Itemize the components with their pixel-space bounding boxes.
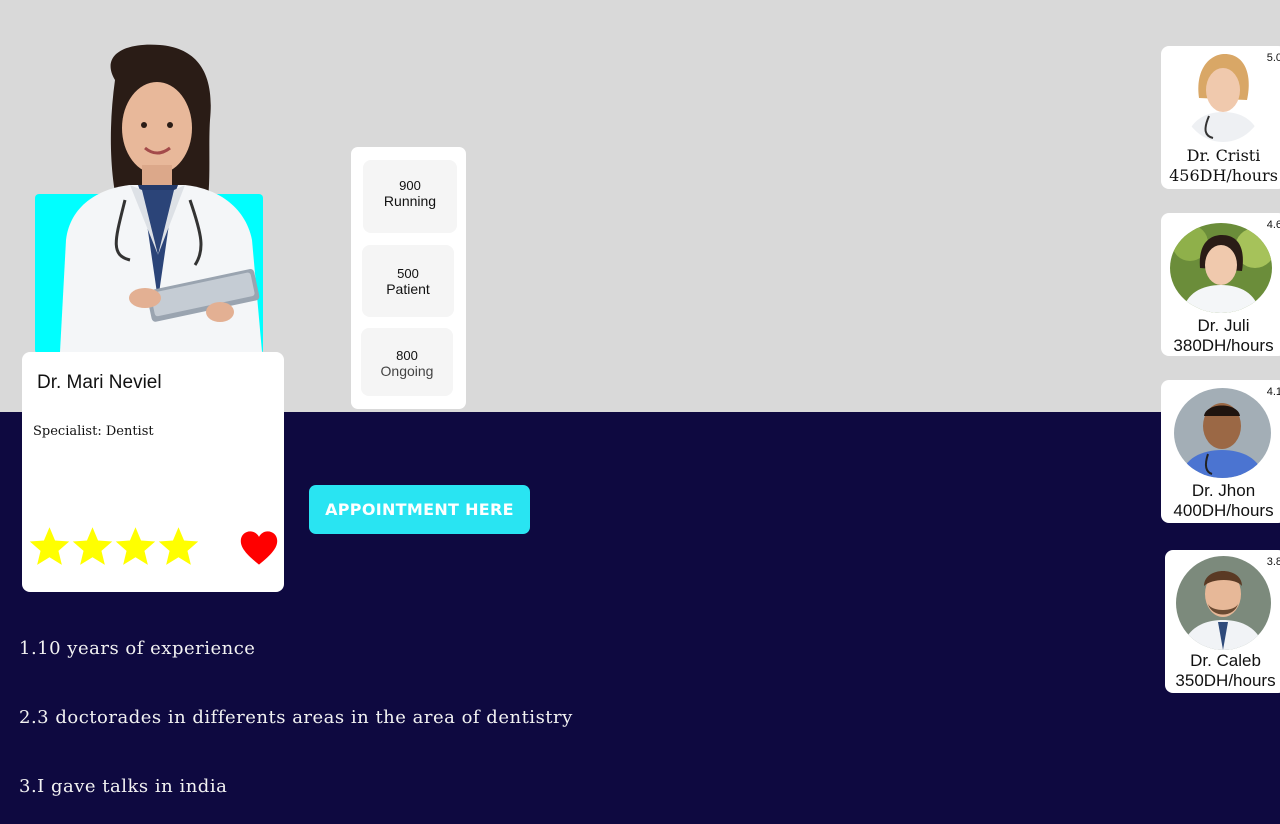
heart-icon[interactable] <box>240 530 278 566</box>
doctor-card-caleb[interactable]: 3.8 Dr. Caleb 350DH/hours <box>1165 550 1280 693</box>
star-icon <box>158 527 199 565</box>
rating-stars <box>28 524 200 568</box>
stat-label: Ongoing <box>380 363 434 379</box>
stat-value: 900 <box>399 178 421 193</box>
experience-item: 3.I gave talks in india <box>19 776 228 797</box>
stat-value: 800 <box>396 348 418 363</box>
appointment-button[interactable]: APPOINTMENT HERE <box>309 485 530 534</box>
stat-ongoing: 800 Ongoing <box>361 328 453 396</box>
doctor-card-cristi[interactable]: 5.0 Dr. Cristi 456DH/hours <box>1161 46 1280 189</box>
star-icon <box>72 527 113 565</box>
doctor-profile-card: Dr. Mari Neviel Specialist: Dentist <box>22 352 284 592</box>
doctor-avatar <box>1174 388 1271 478</box>
star-icon <box>29 527 70 565</box>
doctor-name: Dr. Jhon <box>1191 481 1256 500</box>
doctor-hourly-rate: 456DH/hours <box>1169 166 1278 185</box>
doctor-name: Dr. Cristi <box>1186 146 1261 165</box>
stat-label: Patient <box>386 281 430 297</box>
stat-running: 900 Running <box>363 160 457 233</box>
doctor-name: Dr. Juli <box>1197 316 1250 335</box>
doctor-rating: 4.6 <box>1266 219 1280 231</box>
stat-value: 500 <box>397 266 419 281</box>
doctor-name: Dr. Mari Neviel <box>37 372 162 393</box>
stat-label: Running <box>383 193 437 209</box>
doctor-avatar <box>1181 50 1265 142</box>
doctor-rating: 4.1 <box>1266 386 1280 398</box>
doctor-hourly-rate: 350DH/hours <box>1175 671 1276 690</box>
doctor-hourly-rate: 400DH/hours <box>1173 501 1274 520</box>
doctor-specialty: Specialist: Dentist <box>33 424 154 439</box>
doctor-avatar <box>1176 556 1271 650</box>
stats-panel: 900 Running 500 Patient 800 Ongoing <box>351 147 466 409</box>
star-icon <box>115 527 156 565</box>
doctor-rating: 5.0 <box>1266 52 1280 64</box>
doctor-portrait-image <box>60 44 262 352</box>
doctor-card-juli[interactable]: 4.6 Dr. Juli 380DH/hours <box>1161 213 1280 356</box>
stat-patient: 500 Patient <box>362 245 454 317</box>
experience-item: 2.3 doctorades in differents areas in th… <box>19 707 573 728</box>
experience-item: 1.10 years of experience <box>19 638 256 659</box>
doctor-hourly-rate: 380DH/hours <box>1173 336 1274 355</box>
doctor-card-jhon[interactable]: 4.1 Dr. Jhon 400DH/hours <box>1161 380 1280 523</box>
doctor-rating: 3.8 <box>1266 556 1280 568</box>
doctor-avatar <box>1170 223 1272 313</box>
doctor-name: Dr. Caleb <box>1190 651 1261 670</box>
